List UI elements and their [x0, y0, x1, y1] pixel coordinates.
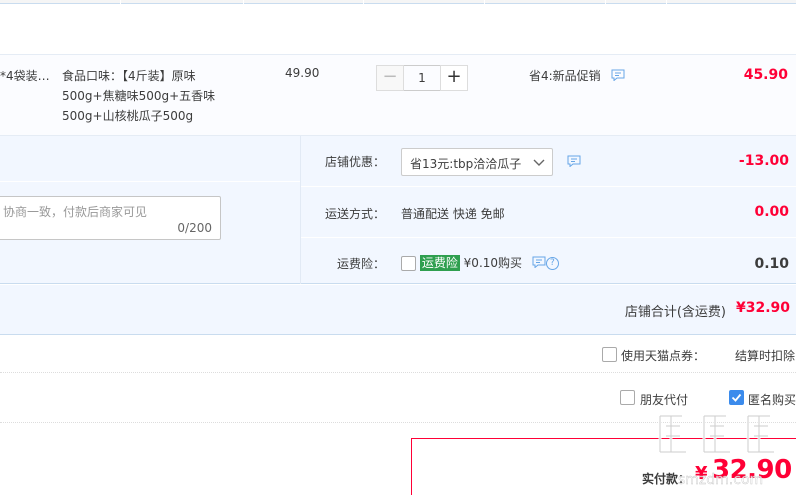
insurance-badge: 运费险 — [419, 255, 460, 271]
chevron-down-icon — [533, 157, 545, 171]
quantity-input[interactable]: 1 — [404, 65, 440, 91]
coupon-select-value: 省13元:tbp洽洽瓜子 — [410, 157, 522, 171]
anonymous-checkbox[interactable] — [729, 390, 744, 405]
insurance-price: ¥0.10购买 — [463, 256, 523, 270]
tmall-points-checkbox[interactable] — [602, 347, 617, 362]
item-title[interactable]: *4袋装… — [0, 67, 50, 84]
coupon-info-icon[interactable] — [567, 155, 581, 170]
shipping-label: 运送方式： — [324, 207, 385, 221]
shop-summary-panel: 协商一致，付款后商家可见 0/200 店铺优惠： 省13元:tbp洽洽瓜子 -1… — [0, 136, 796, 284]
shop-total-amount: ¥32.90 — [735, 300, 790, 316]
checkout-page: *4袋装… 食品口味：【4斤装】原味500g+焦糖味500g+五香味500g+山… — [0, 0, 796, 495]
friend-pay-checkbox[interactable] — [620, 390, 635, 405]
tmall-points-label: 使用天猫点券： — [621, 349, 706, 363]
insurance-info-icon[interactable] — [532, 256, 546, 271]
order-item-row: *4袋装… 食品口味：【4斤装】原味500g+焦糖味500g+五香味500g+山… — [0, 54, 796, 136]
tmall-points-note: 结算时扣除 — [735, 349, 796, 363]
insurance-checkbox-wrap: 运费险 ¥0.10购买 ? — [401, 254, 559, 271]
shop-total-row: 店铺合计(含运费) ¥32.90 — [0, 285, 796, 335]
message-placeholder: 协商一致，付款后商家可见 — [3, 205, 148, 219]
order-options-row: 朋友代付 匿名购买 — [0, 373, 796, 423]
payable-label: 实付款： — [642, 472, 691, 486]
shop-discount-label: 店铺优惠： — [324, 155, 385, 169]
promotion-text: 省4:新品促销 — [529, 69, 601, 83]
payable-currency: ¥ — [695, 463, 708, 484]
shop-coupon-select[interactable]: 省13元:tbp洽洽瓜子 — [401, 148, 553, 176]
sku-label: 食品口味： — [62, 69, 123, 83]
message-char-counter: 0/200 — [177, 221, 212, 235]
buyer-message-input[interactable]: 协商一致，付款后商家可见 0/200 — [0, 196, 221, 240]
item-promotion: 省4:新品促销 — [529, 67, 625, 84]
anonymous-label: 匿名购买 — [748, 393, 796, 407]
item-sku-info: 食品口味：【4斤装】原味500g+焦糖味500g+五香味500g+山核桃瓜子50… — [62, 66, 247, 126]
help-icon[interactable]: ? — [545, 257, 559, 270]
shop-total-label: 店铺合计(含运费) — [624, 305, 726, 320]
shop-discount-row: 店铺优惠： 省13元:tbp洽洽瓜子 -13.00 — [301, 136, 796, 187]
shipping-method: 普通配送 快递 免邮 — [401, 207, 505, 221]
item-unit-price: 49.90 — [285, 66, 320, 80]
shipping-row: 运送方式： 普通配送 快递 免邮 0.00 — [301, 187, 796, 238]
quantity-stepper: − 1 + — [376, 65, 468, 91]
shop-discount-amount: -13.00 — [738, 153, 789, 169]
table-header-strip — [0, 0, 796, 4]
friend-pay-label: 朋友代付 — [640, 393, 689, 407]
shipping-amount: 0.00 — [754, 204, 789, 220]
insurance-checkbox[interactable] — [401, 256, 416, 271]
payable-amount: 32.90 — [712, 455, 792, 485]
insurance-amount: 0.10 — [754, 256, 789, 272]
shop-fees: 店铺优惠： 省13元:tbp洽洽瓜子 -13.00 运送方式： 普通配送 快递 … — [300, 136, 796, 284]
quantity-increase-button[interactable]: + — [440, 65, 468, 91]
shipping-insurance-row: 运费险： 运费险 ¥0.10购买 ? 0.10 — [301, 238, 796, 284]
payable-box: 实付款： ¥ 32.90 — [411, 438, 796, 495]
item-subtotal: 45.90 — [743, 67, 788, 83]
promotion-info-icon[interactable] — [611, 69, 625, 84]
quantity-decrease-button[interactable]: − — [376, 65, 404, 91]
insurance-label: 运费险： — [336, 257, 385, 271]
buyer-message-area: 协商一致，付款后商家可见 0/200 — [0, 136, 300, 284]
tmall-points-row: 使用天猫点券： 结算时扣除 — [0, 335, 796, 373]
